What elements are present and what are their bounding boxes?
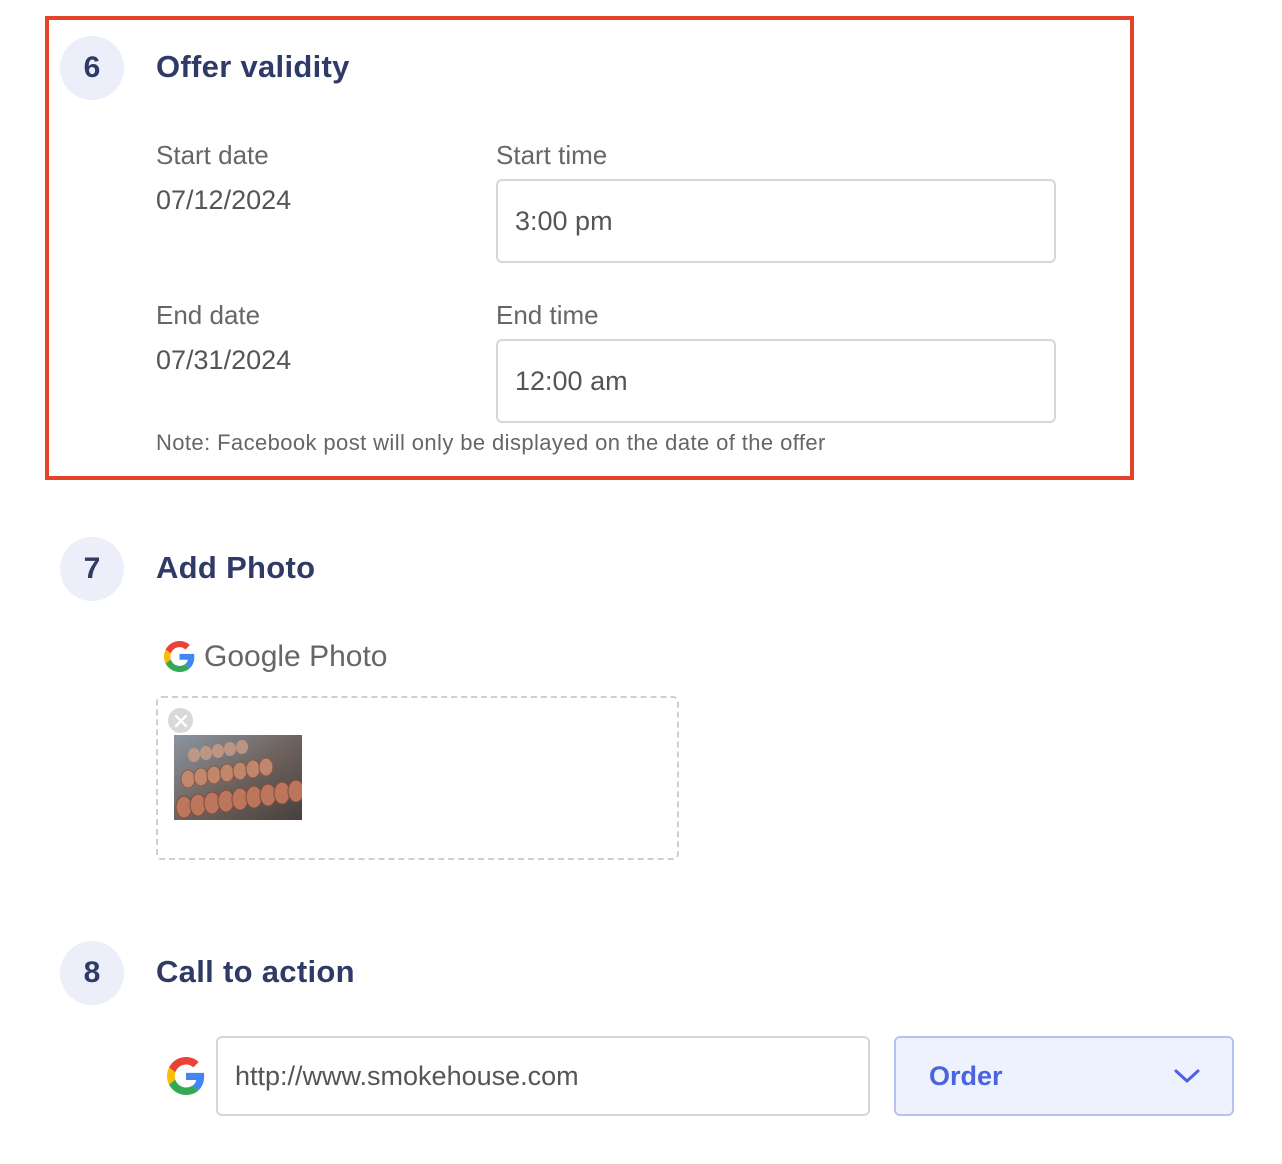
chevron-down-icon	[1174, 1069, 1200, 1083]
start-time-label: Start time	[496, 140, 608, 170]
step-6-badge: 6	[60, 36, 124, 100]
offer-note: Note: Facebook post will only be display…	[156, 430, 826, 455]
cta-url-input[interactable]: http://www.smokehouse.com	[216, 1036, 870, 1116]
end-date-label: End date	[156, 300, 261, 330]
end-time-label: End time	[496, 300, 599, 330]
smoked-sausages-image	[174, 735, 302, 820]
google-logo-icon	[164, 641, 195, 672]
start-date-value: 07/12/2024	[156, 185, 292, 215]
end-time-field[interactable]: 12:00 am	[496, 339, 1056, 423]
start-time-field[interactable]: 3:00 pm	[496, 179, 1056, 263]
google-logo-icon	[167, 1057, 205, 1095]
cta-action-selected-label: Order	[929, 1060, 1003, 1091]
start-date-label: Start date	[156, 140, 269, 170]
google-photo-label: Google Photo	[204, 640, 388, 673]
step-8-badge: 8	[60, 941, 124, 1005]
uploaded-photo-thumbnail	[174, 735, 302, 820]
cta-action-select[interactable]: Order	[894, 1036, 1234, 1116]
add-photo-title: Add Photo	[156, 550, 316, 585]
remove-photo-button[interactable]	[166, 706, 195, 735]
offer-validity-title: Offer validity	[156, 49, 350, 84]
close-icon	[174, 714, 187, 727]
step-7-badge: 7	[60, 537, 124, 601]
call-to-action-title: Call to action	[156, 954, 355, 989]
end-date-value: 07/31/2024	[156, 345, 292, 375]
